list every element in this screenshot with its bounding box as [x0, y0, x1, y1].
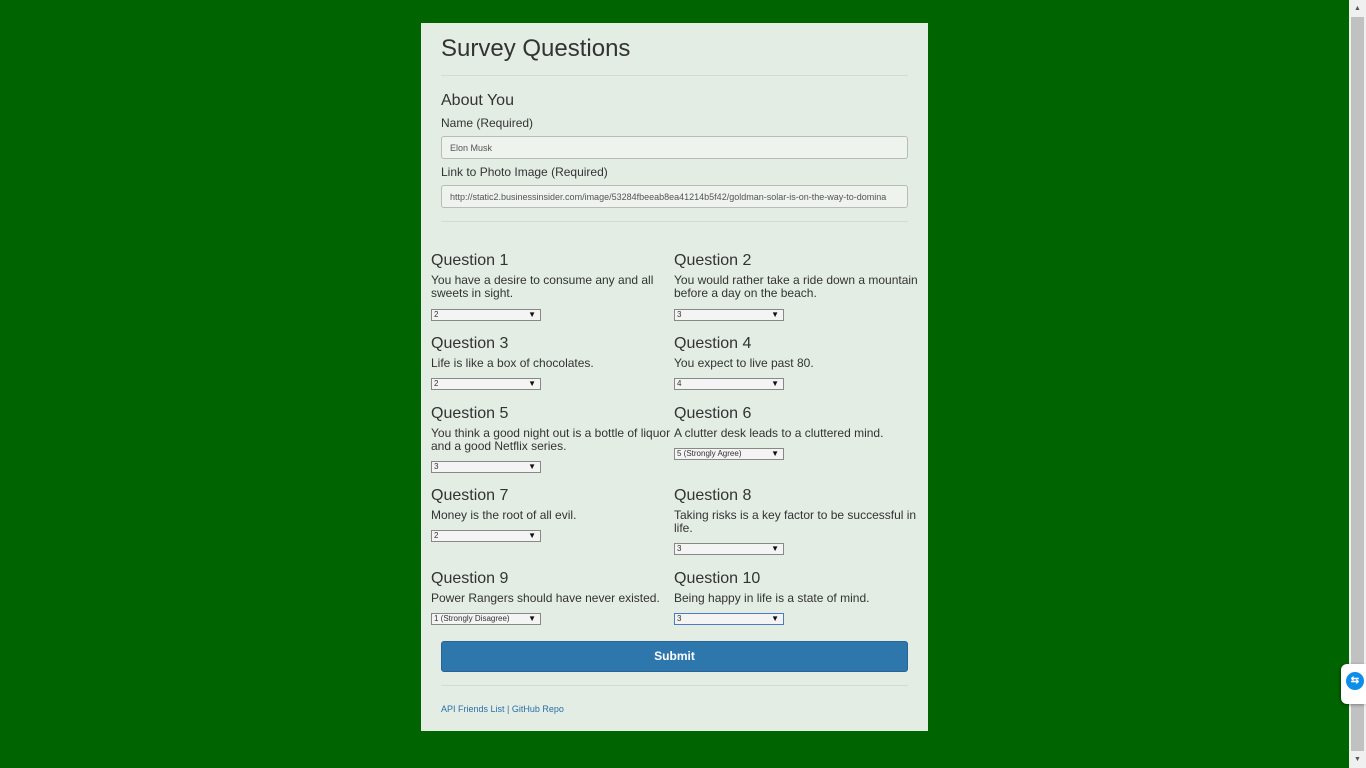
- github-repo-link[interactable]: GitHub Repo: [512, 704, 564, 714]
- question-4-select[interactable]: 4 ▼: [674, 378, 784, 390]
- question-8: Question 8 Taking risks is a key factor …: [674, 487, 918, 555]
- select-value: 3: [677, 310, 682, 319]
- question-6: Question 6 A clutter desk leads to a clu…: [674, 405, 918, 460]
- teamviewer-widget[interactable]: ⇆: [1341, 664, 1366, 704]
- question-7-select[interactable]: 2 ▼: [431, 530, 541, 542]
- question-text: You think a good night out is a bottle o…: [431, 426, 671, 453]
- about-you-heading: About You: [441, 92, 514, 109]
- divider: [441, 75, 908, 76]
- divider: [441, 221, 908, 222]
- question-5-select[interactable]: 3 ▼: [431, 461, 541, 473]
- question-title: Question 7: [431, 487, 509, 504]
- divider: [441, 685, 908, 686]
- page-title: Survey Questions: [441, 35, 631, 62]
- chevron-down-icon: ▼: [528, 614, 536, 623]
- question-7: Question 7 Money is the root of all evil…: [431, 487, 675, 542]
- question-text: Money is the root of all evil.: [431, 508, 577, 522]
- photo-link-label: Link to Photo Image (Required): [441, 165, 608, 179]
- select-value: 2: [434, 531, 439, 540]
- chevron-down-icon: ▼: [528, 310, 536, 319]
- select-value: 2: [434, 310, 439, 319]
- question-2-select[interactable]: 3 ▼: [674, 309, 784, 321]
- question-5: Question 5 You think a good night out is…: [431, 405, 675, 473]
- question-2: Question 2 You would rather take a ride …: [674, 252, 918, 321]
- select-value: 3: [677, 614, 682, 623]
- question-text: Power Rangers should have never existed.: [431, 591, 660, 605]
- scroll-up-icon[interactable]: ▲: [1349, 0, 1366, 17]
- question-title: Question 9: [431, 570, 509, 587]
- chevron-down-icon: ▼: [528, 379, 536, 388]
- question-title: Question 2: [674, 252, 752, 269]
- chevron-down-icon: ▼: [771, 544, 779, 553]
- scrollbar-thumb[interactable]: [1351, 17, 1364, 751]
- scroll-down-icon[interactable]: ▼: [1349, 751, 1366, 768]
- question-text: Being happy in life is a state of mind.: [674, 591, 870, 605]
- question-title: Question 1: [431, 252, 509, 269]
- question-text: A clutter desk leads to a cluttered mind…: [674, 426, 884, 440]
- api-friends-list-link[interactable]: API Friends List: [441, 704, 505, 714]
- question-text: You would rather take a ride down a moun…: [674, 273, 918, 300]
- name-label: Name (Required): [441, 116, 534, 130]
- chevron-down-icon: ▼: [771, 449, 779, 458]
- select-value: 3: [677, 544, 682, 553]
- question-text: Life is like a box of chocolates.: [431, 356, 594, 370]
- footer-links: API Friends List | GitHub Repo: [441, 704, 564, 714]
- question-title: Question 10: [674, 570, 761, 587]
- chevron-down-icon: ▼: [771, 379, 779, 388]
- question-text: You expect to live past 80.: [674, 356, 814, 370]
- select-value: 3: [434, 462, 439, 471]
- question-title: Question 4: [674, 335, 752, 352]
- question-9-select[interactable]: 1 (Strongly Disagree) ▼: [431, 613, 541, 625]
- chevron-down-icon: ▼: [771, 310, 779, 319]
- survey-panel: Survey Questions About You Name (Require…: [421, 23, 928, 731]
- question-text: Taking risks is a key factor to be succe…: [674, 508, 917, 535]
- question-10: Question 10 Being happy in life is a sta…: [674, 570, 918, 625]
- select-value: 4: [677, 379, 682, 388]
- question-4: Question 4 You expect to live past 80. 4…: [674, 335, 918, 390]
- select-value: 2: [434, 379, 439, 388]
- submit-button[interactable]: Submit: [441, 641, 908, 672]
- select-value: 1 (Strongly Disagree): [434, 614, 510, 623]
- chevron-down-icon: ▼: [528, 462, 536, 471]
- question-text: You have a desire to consume any and all…: [431, 273, 654, 300]
- select-value: 5 (Strongly Agree): [677, 449, 742, 458]
- question-3-select[interactable]: 2 ▼: [431, 378, 541, 390]
- chevron-down-icon: ▼: [771, 614, 779, 623]
- chevron-down-icon: ▼: [528, 531, 536, 540]
- question-8-select[interactable]: 3 ▼: [674, 543, 784, 555]
- teamviewer-icon: ⇆: [1346, 672, 1364, 690]
- footer-separator: |: [507, 704, 510, 714]
- question-9: Question 9 Power Rangers should have nev…: [431, 570, 675, 625]
- name-input[interactable]: [441, 136, 908, 159]
- question-1-select[interactable]: 2 ▼: [431, 309, 541, 321]
- question-1: Question 1 You have a desire to consume …: [431, 252, 675, 321]
- question-10-select[interactable]: 3 ▼: [674, 613, 784, 625]
- question-title: Question 6: [674, 405, 752, 422]
- question-title: Question 8: [674, 487, 752, 504]
- vertical-scrollbar[interactable]: ▲ ▼: [1349, 0, 1366, 768]
- question-title: Question 5: [431, 405, 509, 422]
- photo-link-input[interactable]: [441, 185, 908, 208]
- question-3: Question 3 Life is like a box of chocola…: [431, 335, 675, 390]
- question-title: Question 3: [431, 335, 509, 352]
- question-6-select[interactable]: 5 (Strongly Agree) ▼: [674, 448, 784, 460]
